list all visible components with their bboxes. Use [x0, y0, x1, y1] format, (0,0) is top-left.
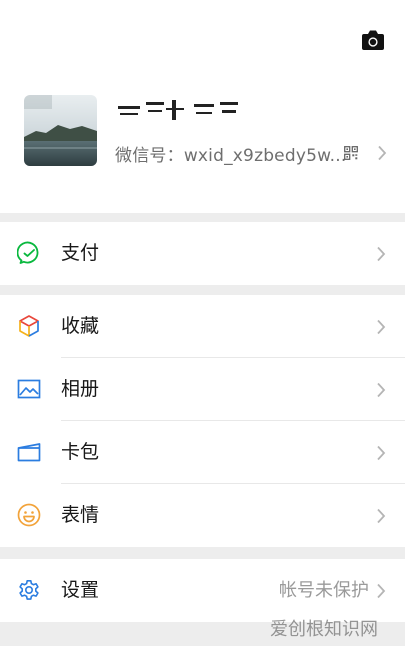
profile-header: 微信号：wxid_x9zbedy5w... — [0, 0, 405, 213]
menu-item-stickers[interactable]: 表情 — [0, 484, 405, 547]
chevron-right-icon — [377, 445, 386, 461]
image-icon — [17, 379, 41, 399]
wallet-check-icon — [17, 241, 39, 264]
menu-label-album: 相册 — [61, 378, 100, 400]
menu-item-favorites[interactable]: 收藏 — [0, 295, 405, 358]
chevron-right-icon — [377, 382, 386, 398]
account-protection-status: 帐号未保护 — [279, 580, 369, 601]
menu-item-settings[interactable]: 设置 帐号未保护 — [0, 559, 405, 622]
pay-group: 支付 — [0, 222, 405, 285]
features-group: 收藏 相册 卡包 表情 — [0, 295, 405, 547]
menu-label-pay: 支付 — [61, 242, 100, 264]
chevron-right-icon — [377, 583, 386, 599]
chevron-right-icon[interactable] — [377, 145, 387, 161]
menu-label-cards: 卡包 — [61, 441, 100, 463]
chevron-right-icon — [377, 246, 386, 262]
menu-label-settings: 设置 — [61, 579, 100, 601]
qr-code-icon[interactable] — [344, 146, 358, 160]
smiley-icon — [17, 503, 41, 527]
chevron-right-icon — [377, 508, 386, 524]
chevron-right-icon — [377, 319, 386, 335]
menu-item-pay[interactable]: 支付 — [0, 222, 405, 285]
settings-group: 设置 帐号未保护 — [0, 559, 405, 622]
wechat-id: 微信号：wxid_x9zbedy5w... — [115, 141, 346, 166]
nickname-redacted — [118, 100, 238, 120]
menu-label-stickers: 表情 — [61, 504, 100, 526]
wechat-id-value: wxid_x9zbedy5w... — [183, 146, 347, 166]
menu-item-cards[interactable]: 卡包 — [0, 421, 405, 484]
menu-label-favorites: 收藏 — [61, 315, 100, 337]
menu-item-album[interactable]: 相册 — [0, 358, 405, 421]
wechat-id-label: 微信号： — [115, 146, 184, 166]
cube-icon — [19, 315, 39, 337]
card-icon — [17, 443, 41, 462]
watermark: 爱创根知识网 — [270, 619, 378, 640]
camera-icon[interactable] — [361, 29, 385, 51]
gear-icon — [19, 579, 39, 600]
avatar[interactable] — [24, 95, 97, 166]
